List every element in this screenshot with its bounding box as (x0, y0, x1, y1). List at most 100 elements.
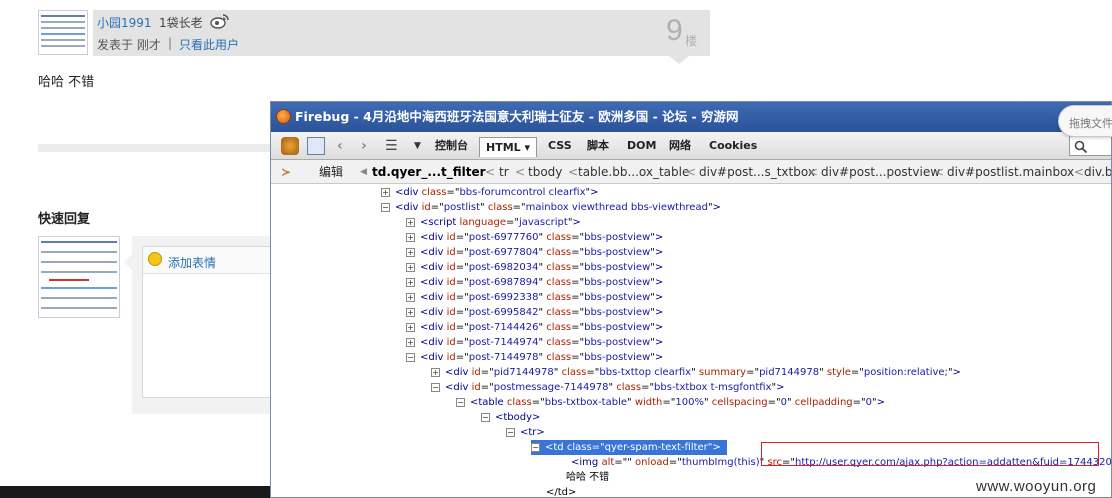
tab-console[interactable]: 控制台 (435, 136, 468, 156)
tree-node[interactable]: − <div id="postlist" class="mainbox viewt… (381, 200, 721, 215)
tab-script[interactable]: 脚本 (587, 136, 609, 156)
breadcrumb-sep: < (568, 165, 579, 179)
only-this-user-link[interactable]: 只看此用户 (179, 36, 239, 53)
selected-tree-node[interactable]: − <td class="qyer-spam-text-filter"> (531, 440, 727, 455)
collapse-icon[interactable]: − (531, 442, 540, 452)
attr-name: class (546, 292, 572, 303)
list-menu-icon[interactable]: ☰ (385, 136, 398, 156)
tree-node[interactable]: </td> (546, 485, 576, 497)
attr-name: class (546, 232, 572, 243)
breadcrumb-item[interactable]: tr (499, 160, 509, 184)
breadcrumb-item[interactable]: div#postlist.mainbox (947, 160, 1074, 184)
attr-value: postlist (443, 202, 481, 213)
tree-node[interactable]: − <table class="bbs-txtbox-table" width="… (456, 395, 885, 410)
attr-name: style (826, 367, 851, 378)
breadcrumb-item[interactable]: td.qyer_...t_filter (372, 160, 486, 184)
breadcrumb-item[interactable]: tbody (528, 160, 562, 184)
forward-arrow-icon[interactable]: › (361, 136, 367, 156)
expand-icon[interactable]: + (381, 187, 390, 197)
expand-icon[interactable]: + (406, 232, 415, 242)
attr-value: post-6987894 (468, 277, 539, 288)
post-time: 发表于 刚才 (97, 38, 161, 52)
tag-name: <td (545, 442, 564, 453)
collapse-icon[interactable]: − (456, 397, 465, 407)
tab-css[interactable]: CSS (548, 136, 572, 156)
collapse-icon[interactable]: − (381, 202, 390, 212)
add-emoji-link[interactable]: 添加表情 (168, 254, 216, 271)
attr-value: bbs-postview (584, 277, 651, 288)
tree-node[interactable]: − <div id="post-7144978" class="bbs-postv… (406, 350, 663, 365)
firebug-titlebar[interactable]: Firebug - 4月沿地中海西班牙法国意大利瑞士征友 - 欧洲多国 - 论坛… (271, 102, 1111, 132)
search-icon[interactable] (1069, 136, 1111, 156)
attr-value: 0 (780, 397, 787, 408)
expand-icon[interactable]: + (406, 262, 415, 272)
tag-name: <div (445, 382, 469, 393)
tree-node[interactable]: + <div id="post-7144974" class="bbs-postv… (406, 335, 663, 350)
tooltip-text: 拖拽文件 (1069, 117, 1112, 130)
tab-html[interactable]: HTML ▾ (479, 137, 538, 157)
tree-node[interactable]: + <div id="post-6977760" class="bbs-postv… (406, 230, 663, 245)
tree-node[interactable]: + <div id="post-6987894" class="bbs-postv… (406, 275, 663, 290)
tab-net[interactable]: 网络 (669, 136, 691, 156)
smiley-icon[interactable] (148, 252, 162, 266)
expand-icon[interactable]: + (406, 292, 415, 302)
dropdown-arrow-icon[interactable]: ▼ (414, 136, 421, 156)
breadcrumb-item[interactable]: div#post...s_txtbox (699, 160, 815, 184)
tree-node[interactable]: 哈哈 不错 (566, 470, 609, 485)
weibo-icon[interactable] (210, 13, 230, 29)
attr-name: class (546, 337, 572, 348)
tree-node[interactable]: + <div id="post-6977804" class="bbs-postv… (406, 245, 663, 260)
tag-close: > (654, 337, 664, 348)
firebug-logo-icon (276, 109, 291, 124)
edit-button[interactable]: 编辑 (319, 160, 343, 184)
tree-node[interactable]: − <tr> (506, 425, 545, 440)
tree-node[interactable]: + <div id="pid7144978" class="bbs-txttop … (431, 365, 961, 380)
expand-icon[interactable]: + (406, 277, 415, 287)
breadcrumb-item[interactable]: div.bl (1084, 160, 1111, 184)
attr-name: cellspacing (711, 397, 768, 408)
tree-node[interactable]: + <div class="bbs-forumcontrol clearfix"> (381, 185, 599, 200)
firebug-toolbar: ‹ › ☰ ▼ 控制台 HTML ▾ CSS 脚本 DOM 网络 Cookies (271, 132, 1111, 160)
tag-name: <div (395, 202, 419, 213)
expand-icon[interactable]: + (406, 247, 415, 257)
firebug-bug-icon[interactable] (281, 137, 299, 155)
expand-icon[interactable]: + (406, 322, 415, 332)
attr-value: post-6977804 (468, 247, 539, 258)
tree-node[interactable]: − <div id="postmessage-7144978" class="bb… (431, 380, 785, 395)
collapse-icon[interactable]: − (506, 427, 515, 437)
tag-name: <div (420, 232, 444, 243)
attr-name: class (616, 382, 642, 393)
collapse-icon[interactable]: − (481, 412, 490, 422)
collapse-icon[interactable]: − (406, 352, 415, 362)
tree-node[interactable]: + <div id="post-6995842" class="bbs-postv… (406, 305, 663, 320)
back-arrow-icon[interactable]: ‹ (337, 136, 343, 156)
expand-icon[interactable]: + (431, 367, 440, 377)
expand-icon[interactable]: + (406, 337, 415, 347)
inspect-icon[interactable] (307, 137, 325, 155)
breadcrumb-item[interactable]: div#post...postview (821, 160, 940, 184)
attr-value: bbs-postview (584, 247, 651, 258)
breadcrumb-item[interactable]: table.bb...ox_table (578, 160, 689, 184)
breadcrumb-expand-icon[interactable]: ≻ (281, 160, 291, 184)
attr-name: id (446, 352, 456, 363)
tab-dom[interactable]: DOM (627, 136, 656, 156)
tag-close: > (590, 187, 599, 198)
tab-cookies[interactable]: Cookies (709, 136, 757, 156)
attr-name: class (566, 442, 592, 453)
tree-node[interactable]: + <script language="javascript"> (406, 215, 581, 230)
tag-name: <div (445, 367, 469, 378)
post-header-pointer (669, 56, 689, 64)
firebug-window: Firebug - 4月沿地中海西班牙法国意大利瑞士征友 - 欧洲多国 - 论坛… (270, 101, 1112, 498)
expand-icon[interactable]: + (406, 307, 415, 317)
attr-value: bbs-txttop clearfix (599, 367, 692, 378)
attr-name: id (446, 337, 456, 348)
expand-icon[interactable]: + (406, 217, 415, 227)
tree-node[interactable]: + <div id="post-6992338" class="bbs-postv… (406, 290, 663, 305)
collapse-icon[interactable]: − (431, 382, 440, 392)
avatar[interactable] (38, 10, 88, 55)
tree-node[interactable]: + <div id="post-6982034" class="bbs-postv… (406, 260, 663, 275)
username-link[interactable]: 小园1991 (97, 14, 152, 31)
tree-node[interactable]: − <tbody> (481, 410, 540, 425)
tree-node[interactable]: + <div id="post-7144426" class="bbs-postv… (406, 320, 663, 335)
drag-file-tooltip: 拖拽文件 (1058, 105, 1112, 137)
